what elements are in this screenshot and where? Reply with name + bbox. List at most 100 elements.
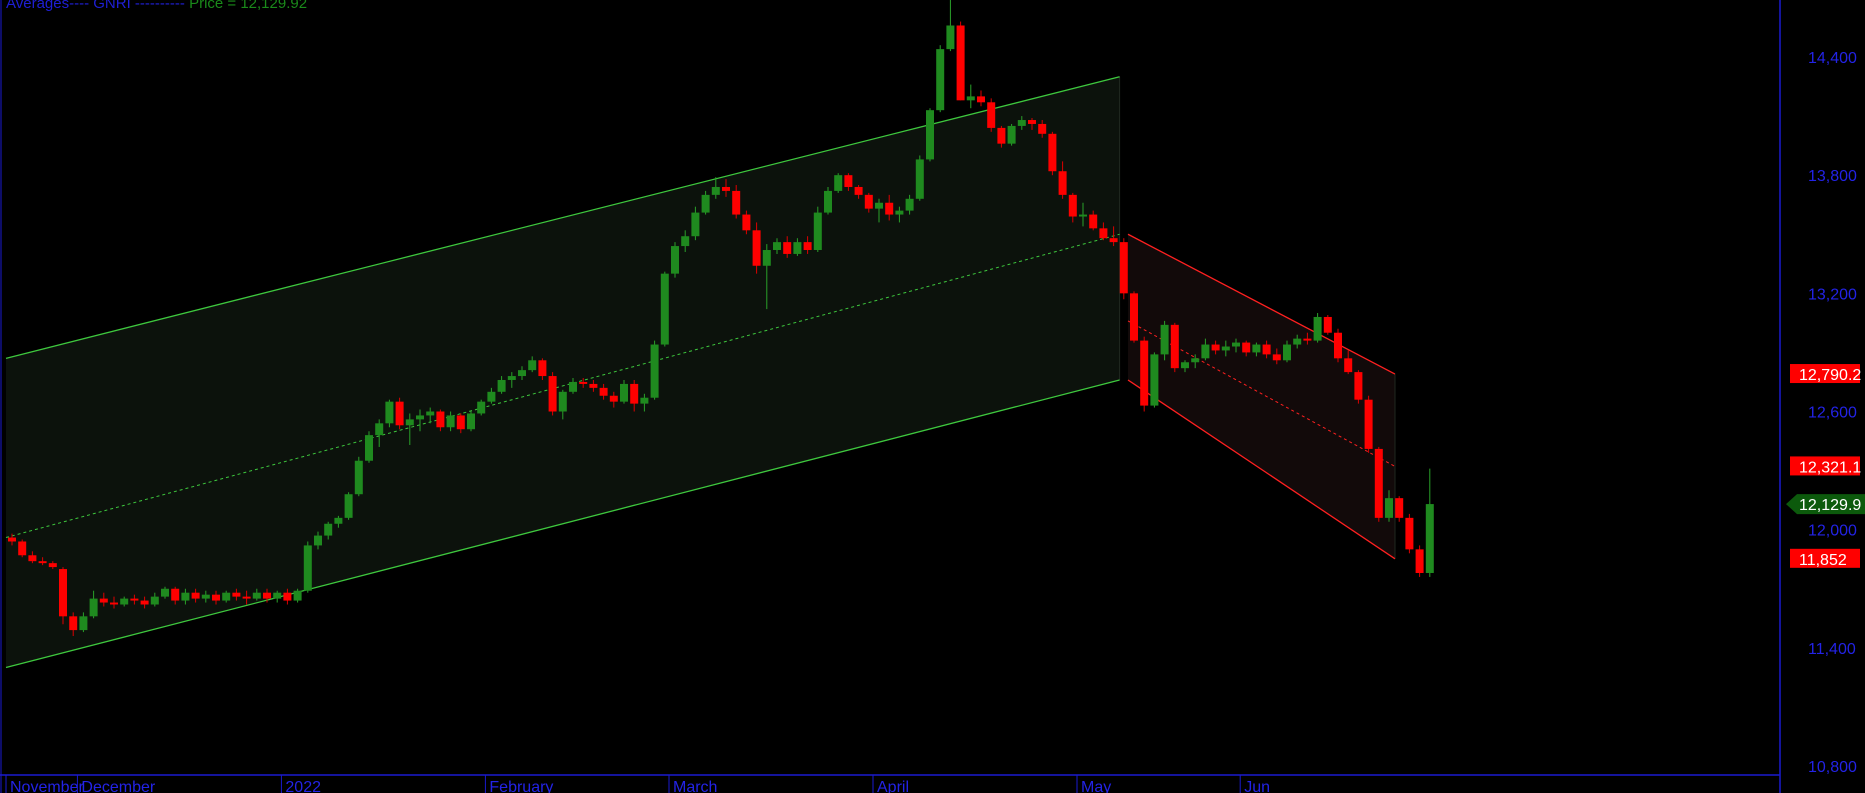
candle: [1119, 238, 1128, 300]
candle-body: [640, 397, 649, 404]
price-marker: 12,790.2: [1790, 364, 1861, 384]
gnri-label: GNRI ----------: [93, 0, 185, 12]
candle-body: [1181, 362, 1189, 369]
candle: [354, 456, 363, 497]
candle: [824, 186, 832, 215]
y-tick-label: 12,000: [1808, 523, 1857, 540]
candle-body: [1017, 120, 1026, 126]
x-month-label: April: [877, 779, 909, 793]
candle-body: [813, 212, 822, 251]
candle: [650, 340, 659, 400]
candle-body: [8, 537, 16, 542]
candle-body: [762, 250, 771, 266]
candle-body: [405, 419, 414, 426]
candle-body: [1048, 133, 1057, 172]
price-readout: Price = 12,129.92: [189, 0, 308, 12]
candle-body: [681, 236, 690, 247]
candle-body: [1334, 332, 1342, 359]
candle-body: [773, 242, 781, 251]
candle-body: [1038, 123, 1047, 134]
candle-body: [660, 273, 669, 345]
x-month-label: May: [1081, 779, 1111, 793]
candle-body: [303, 545, 312, 591]
candle-body: [1201, 344, 1210, 359]
x-month-label: February: [489, 779, 553, 793]
chart-header: Averages---- GNRI ---------- Price = 12,…: [6, 0, 307, 12]
candle-body: [1303, 338, 1312, 341]
candle: [477, 399, 486, 416]
candle: [956, 21, 965, 101]
candle: [1170, 322, 1179, 373]
candle-body: [201, 594, 210, 599]
candle-body: [38, 561, 47, 564]
candle-body: [620, 383, 628, 402]
candle-body: [497, 379, 506, 392]
candle-body: [140, 600, 149, 605]
candle-body: [59, 569, 67, 617]
candle: [1150, 352, 1159, 408]
candle-body: [987, 102, 996, 128]
candle-body: [1313, 316, 1322, 341]
candle-body: [711, 186, 720, 195]
candle-body: [99, 598, 108, 603]
candle-body: [1283, 344, 1291, 361]
candle-body: [28, 555, 37, 562]
candle: [1364, 395, 1373, 453]
candle-body: [966, 96, 975, 101]
candle-body: [722, 186, 730, 191]
y-tick-label: 10,800: [1808, 759, 1857, 776]
candle: [344, 492, 353, 520]
candle-body: [885, 202, 894, 215]
y-tick-label: 13,800: [1808, 168, 1857, 185]
candle-body: [1252, 344, 1261, 353]
candle-body: [426, 411, 435, 416]
candle: [834, 173, 843, 193]
candle-body: [895, 210, 904, 215]
candle-body: [1323, 316, 1332, 333]
candle-body: [1109, 238, 1118, 243]
candle-body: [548, 376, 557, 412]
x-month-label: March: [673, 779, 717, 793]
candle-body: [864, 194, 873, 209]
candle-body: [1354, 372, 1363, 400]
candle: [365, 431, 373, 463]
candle: [987, 98, 996, 132]
candle-body: [1170, 324, 1179, 369]
candle: [671, 242, 679, 278]
candle-body: [875, 202, 883, 209]
candle-body: [181, 592, 190, 601]
candle-body: [844, 175, 853, 187]
candle-body: [334, 517, 343, 524]
candle: [1007, 123, 1016, 146]
stock-chart[interactable]: 14,400 13,800 13,200 12,600 12,000 11,400 10,8…: [0, 0, 1865, 793]
candle: [1405, 513, 1414, 554]
candle-body: [915, 159, 924, 199]
candle-body: [344, 494, 353, 518]
candle-body: [732, 190, 741, 215]
y-tick-label: 11,400: [1808, 641, 1856, 658]
candle: [1354, 370, 1363, 404]
candle: [1374, 446, 1383, 522]
candle-body: [1211, 344, 1220, 351]
candle-body: [630, 383, 639, 404]
candle-body: [956, 25, 965, 101]
candle: [1140, 336, 1149, 412]
candle: [1415, 545, 1424, 577]
candle-body: [752, 230, 761, 266]
candle-body: [1272, 354, 1281, 361]
candle-body: [977, 96, 985, 103]
candle-body: [650, 344, 659, 398]
candle-body: [120, 598, 129, 605]
candle: [1160, 320, 1169, 361]
y-tick-label: 12,600: [1808, 405, 1857, 422]
candle-body: [783, 242, 792, 254]
candle-body: [671, 246, 679, 274]
candle-body: [834, 175, 843, 191]
candle-body: [1130, 293, 1138, 341]
candle-body: [824, 190, 832, 213]
candle-body: [477, 401, 486, 414]
candle-body: [89, 598, 98, 617]
candle-body: [803, 242, 812, 251]
candle-body: [1232, 342, 1240, 347]
candle-body: [252, 592, 261, 599]
